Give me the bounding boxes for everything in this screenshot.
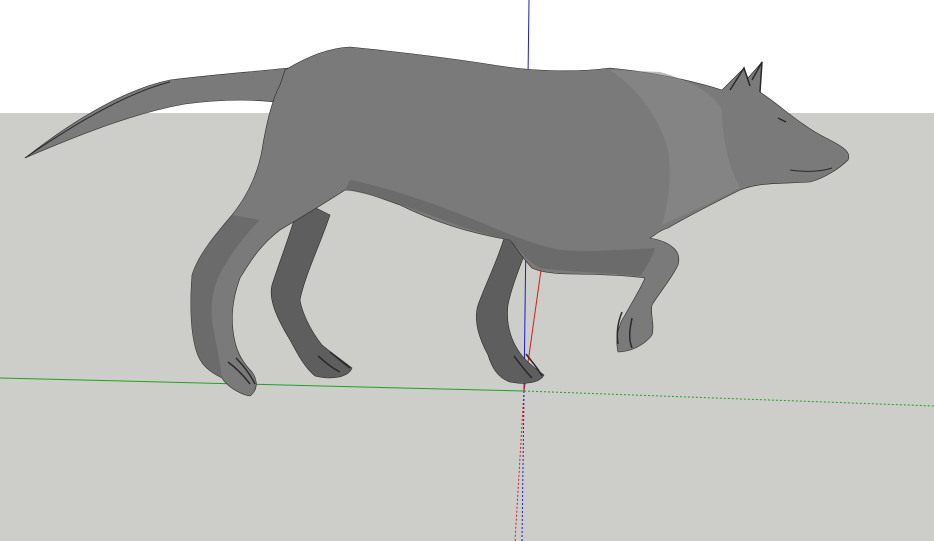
wolf-model[interactable] [24,46,850,397]
blue-axis-negative [521,390,525,541]
red-axis-negative [514,390,525,541]
wolf-tail[interactable] [24,67,289,159]
3d-viewport[interactable] [0,0,934,541]
green-axis-negative [523,390,934,407]
axes-hidden [514,390,934,541]
green-axis [0,377,525,392]
scene-canvas[interactable] [0,0,934,541]
wolf-body[interactable] [190,46,850,397]
